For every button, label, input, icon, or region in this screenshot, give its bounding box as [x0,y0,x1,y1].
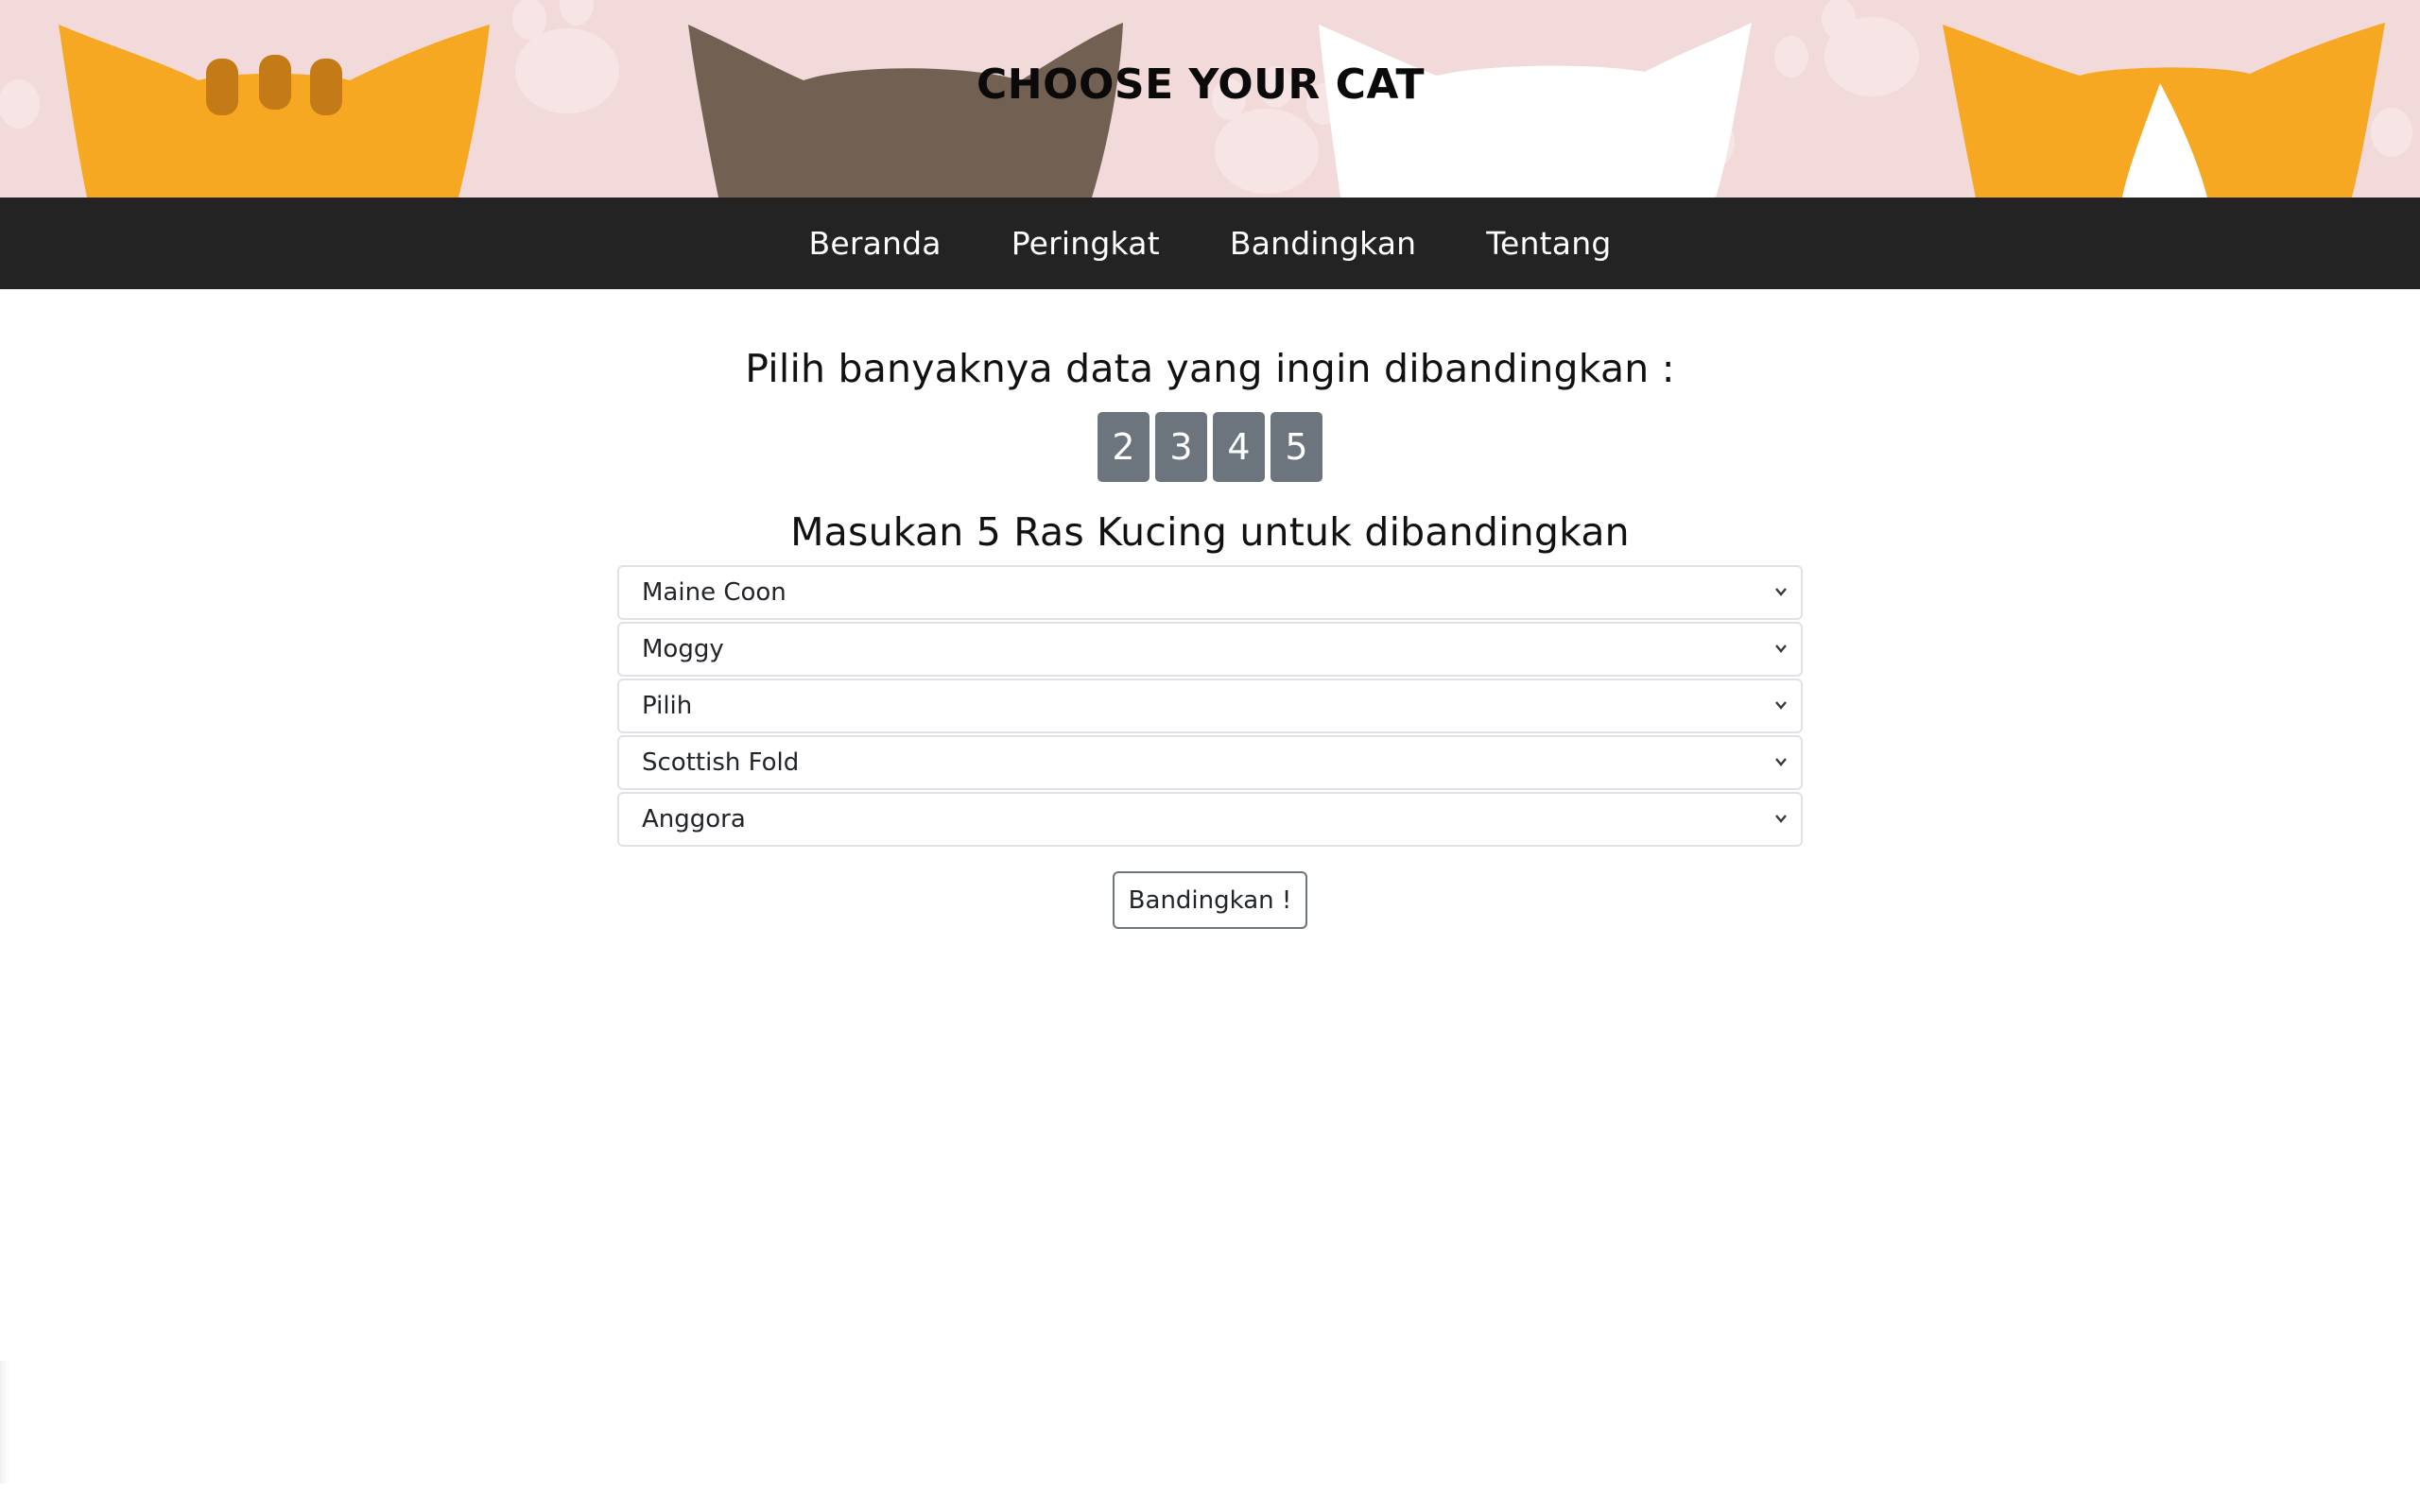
nav-item-beranda[interactable]: Beranda [774,225,977,262]
count-button-group: 2 3 4 5 [0,412,2420,482]
breed-select-3[interactable]: Pilih [617,679,1803,733]
select-value: Pilih [642,692,693,720]
select-value: Moggy [642,635,724,663]
chevron-down-icon [1775,644,1787,653]
count-button-5[interactable]: 5 [1270,412,1322,482]
nav-item-tentang[interactable]: Tentang [1451,225,1646,262]
chevron-down-icon [1775,758,1787,766]
compare-submit-button[interactable]: Bandingkan ! [1113,871,1307,929]
chevron-down-icon [1775,701,1787,710]
nav-item-peringkat[interactable]: Peringkat [977,225,1195,262]
chevron-down-icon [1775,588,1787,596]
breed-select-2[interactable]: Moggy [617,622,1803,677]
header-banner: CHOOSE YOUR CAT [0,0,2420,198]
main-navbar: Beranda Peringkat Bandingkan Tentang [0,198,2420,289]
breed-select-5[interactable]: Anggora [617,792,1803,847]
white-cat-ears [1319,23,1752,198]
orange-cat-ears [59,25,490,198]
chevron-down-icon [1775,815,1787,823]
count-button-4[interactable]: 4 [1213,412,1265,482]
brown-cat-ears [688,23,1123,198]
select-value: Scottish Fold [642,748,800,777]
select-value: Anggora [642,805,746,833]
count-button-3[interactable]: 3 [1155,412,1207,482]
count-prompt-heading: Pilih banyaknya data yang ingin dibandin… [745,346,1675,391]
nav-item-bandingkan[interactable]: Bandingkan [1195,225,1451,262]
site-title: CHOOSE YOUR CAT [976,60,1426,109]
breed-select-list: Maine Coon Moggy Pilih Scottish Fold Ang… [617,565,1803,849]
edge-shadow [0,1361,9,1484]
select-value: Maine Coon [642,578,786,607]
breed-select-1[interactable]: Maine Coon [617,565,1803,620]
breed-select-4[interactable]: Scottish Fold [617,735,1803,790]
count-button-2[interactable]: 2 [1098,412,1150,482]
breed-prompt-heading: Masukan 5 Ras Kucing untuk dibandingkan [790,509,1630,555]
